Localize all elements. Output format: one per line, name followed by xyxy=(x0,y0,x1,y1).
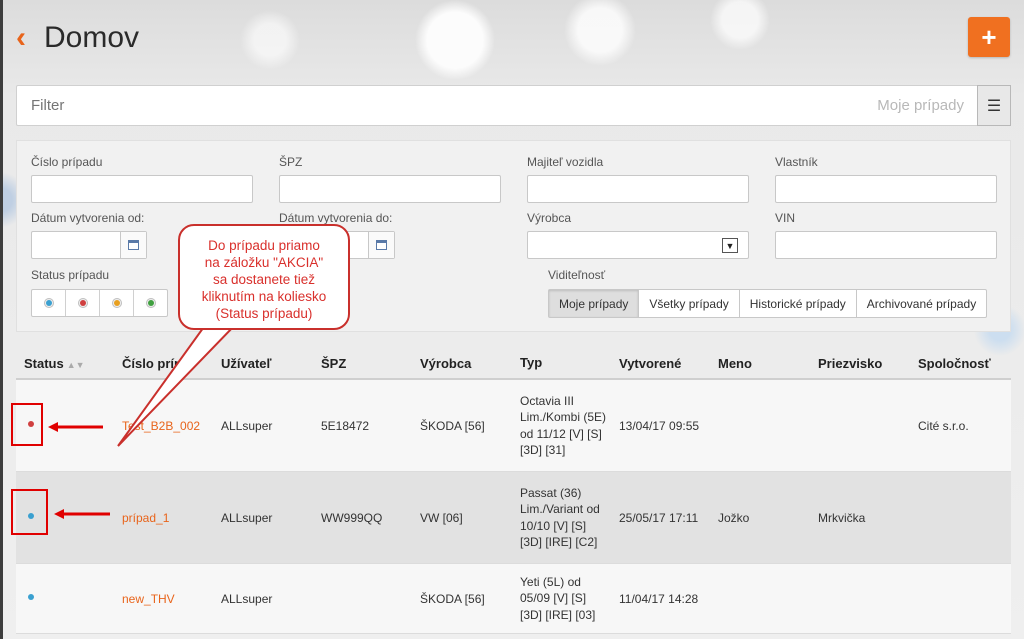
cell-user: ALLsuper xyxy=(221,591,273,606)
owner-label: Vlastník xyxy=(775,155,818,169)
column-created[interactable]: Vytvorené xyxy=(611,356,710,371)
table-row[interactable]: Test_B2B_002 ALLsuper 5E18472 ŠKODA [56]… xyxy=(16,380,1011,472)
column-type[interactable]: Typ xyxy=(512,355,611,372)
created-to-label: Dátum vytvorenia do: xyxy=(279,211,393,225)
cell-company: Cité s.r.o. xyxy=(918,418,969,433)
column-spz[interactable]: ŠPZ xyxy=(313,356,412,371)
cell-created: 13/04/17 09:55 xyxy=(619,418,700,433)
table-header: Status ▲▼ Číslo prípa Užívateľ ŠPZ Výrobc… xyxy=(16,348,1011,380)
add-case-button[interactable]: + xyxy=(968,17,1010,57)
case-link[interactable]: prípad_1 xyxy=(114,511,213,525)
spz-label: ŠPZ xyxy=(279,155,303,169)
created-from-input[interactable] xyxy=(31,231,147,259)
created-from-label: Dátum vytvorenia od: xyxy=(31,211,145,225)
status-dot-icon xyxy=(77,298,88,308)
callout-line: (Status prípadu) xyxy=(215,306,313,321)
cases-table: Status ▲▼ Číslo prípa Užívateľ ŠPZ Výrobc… xyxy=(16,348,1011,634)
callout-line: na záložku "AKCIA" xyxy=(204,255,324,270)
filter-bar: Moje prípady ☰ xyxy=(16,85,1011,126)
spz-input[interactable] xyxy=(279,175,501,203)
visibility-historic-cases[interactable]: Historické prípady xyxy=(740,290,857,317)
status-filter-red[interactable] xyxy=(66,290,100,316)
plus-icon: + xyxy=(981,21,997,52)
visibility-all-cases[interactable]: Všetky prípady xyxy=(639,290,740,317)
status-filter-green[interactable] xyxy=(134,290,167,316)
case-number-label: Číslo prípadu xyxy=(31,155,103,169)
status-dot-icon xyxy=(145,298,156,308)
filter-input[interactable] xyxy=(31,97,531,114)
cell-user: ALLsuper xyxy=(221,510,273,525)
advanced-filter-panel: Číslo prípadu ŠPZ Majiteľ vozidla Vlastn… xyxy=(16,140,1011,332)
highlight-box xyxy=(11,489,48,535)
cell-maker: ŠKODA [56] xyxy=(420,418,485,433)
cell-type: Yeti (5L) od 05/09 [V] [S] [3D] [IRE] [0… xyxy=(520,574,596,622)
column-case-number[interactable]: Číslo prípa xyxy=(114,356,213,371)
visibility-label: Viditeľnosť xyxy=(548,268,606,282)
status-dot-icon xyxy=(43,298,54,308)
status-filter-group xyxy=(31,289,168,317)
vin-label: VIN xyxy=(775,211,796,225)
hamburger-icon: ☰ xyxy=(986,97,1002,115)
column-name[interactable]: Meno xyxy=(710,356,810,371)
case-link[interactable]: Test_B2B_002 xyxy=(114,419,213,433)
annotation-callout: Do prípadu priamo na záložku "AKCIA" sa … xyxy=(178,224,350,330)
vin-input[interactable] xyxy=(775,231,997,259)
chevron-down-icon: ▼ xyxy=(722,238,738,253)
vehicle-owner-input[interactable] xyxy=(527,175,749,203)
cell-name: Jožko xyxy=(718,510,750,525)
filter-scope-label: Moje prípady xyxy=(877,97,964,114)
case-link[interactable]: new_THV xyxy=(114,592,213,606)
maker-label: Výrobca xyxy=(527,211,572,225)
status-filter-blue[interactable] xyxy=(32,290,66,316)
cell-maker: ŠKODA [56] xyxy=(420,591,485,606)
column-maker[interactable]: Výrobca xyxy=(412,356,512,371)
cell-surname: Mrkvička xyxy=(818,510,866,525)
callout-line: kliknutím na koliesko xyxy=(201,289,327,304)
filter-menu-button[interactable]: ☰ xyxy=(977,85,1011,126)
table-row[interactable]: prípad_1 ALLsuper WW999QQ VW [06] Passat… xyxy=(16,472,1011,564)
column-company[interactable]: Spoločnosť xyxy=(910,356,1011,371)
cell-type: Octavia III Lim./Kombi (5E) od 11/12 [V]… xyxy=(520,393,607,458)
cell-spz: WW999QQ xyxy=(321,510,383,525)
column-user[interactable]: Užívateľ xyxy=(213,356,313,371)
sort-icon: ▲▼ xyxy=(66,359,85,370)
window-edge xyxy=(0,0,3,639)
case-number-input[interactable] xyxy=(31,175,253,203)
callout-line: sa dostanete tiež xyxy=(212,272,316,287)
cell-user: ALLsuper xyxy=(221,418,273,433)
maker-select[interactable]: ▼ xyxy=(527,231,749,259)
callout-line: Do prípadu priamo xyxy=(208,238,320,253)
visibility-archived-cases[interactable]: Archivované prípady xyxy=(857,290,986,317)
cell-maker: VW [06] xyxy=(420,510,463,525)
page-title: Domov xyxy=(44,21,140,54)
calendar-icon[interactable] xyxy=(368,232,394,258)
cell-created: 25/05/17 17:11 xyxy=(619,510,699,525)
calendar-icon[interactable] xyxy=(120,232,146,258)
owner-input[interactable] xyxy=(775,175,997,203)
table-row[interactable]: new_THV ALLsuper ŠKODA [56] Yeti (5L) od… xyxy=(16,564,1011,634)
visibility-my-cases[interactable]: Moje prípady xyxy=(549,290,640,317)
vehicle-owner-label: Majiteľ vozidla xyxy=(527,155,604,169)
cell-created: 11/04/17 14:28 xyxy=(619,591,699,606)
highlight-box xyxy=(11,403,43,446)
column-status[interactable]: Status ▲▼ xyxy=(16,356,114,371)
visibility-toggle-group: Moje prípady Všetky prípady Historické p… xyxy=(548,289,988,318)
cell-type: Passat (36) Lim./Variant od 10/10 [V] [S… xyxy=(520,485,600,550)
cell-spz: 5E18472 xyxy=(321,418,370,433)
page-header: ‹ Domov xyxy=(16,18,139,58)
column-surname[interactable]: Priezvisko xyxy=(810,356,910,371)
status-filter-yellow[interactable] xyxy=(100,290,134,316)
back-chevron-icon[interactable]: ‹ xyxy=(16,23,36,53)
status-dot-icon xyxy=(111,298,122,308)
status-label: Status prípadu xyxy=(31,268,110,282)
